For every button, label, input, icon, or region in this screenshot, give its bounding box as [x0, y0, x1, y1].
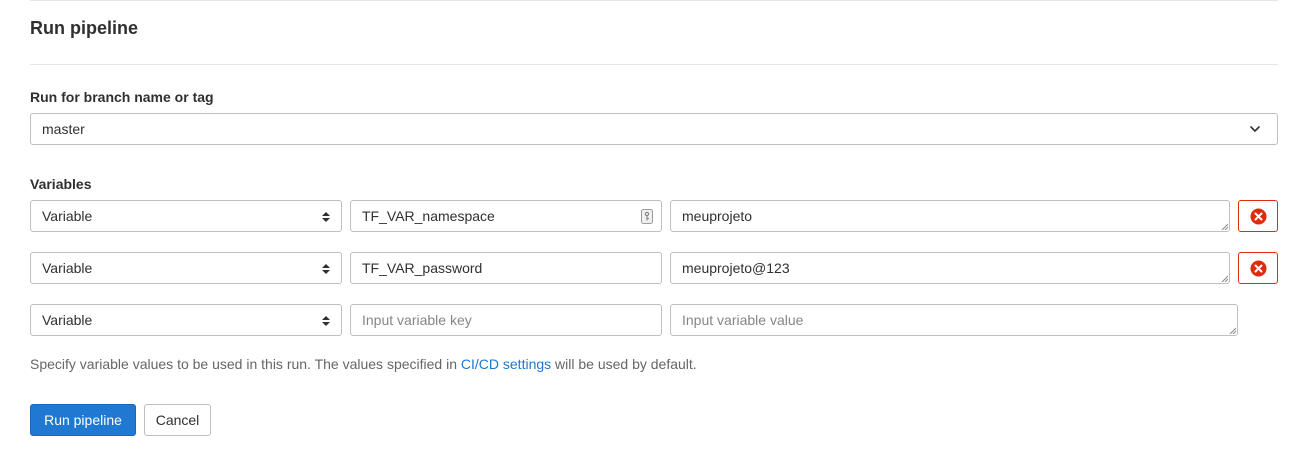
select-arrows-icon: [322, 264, 330, 274]
select-arrows-icon: [322, 316, 330, 326]
variable-key-placeholder: Input variable key: [362, 312, 472, 328]
help-text-after: will be used by default.: [551, 356, 697, 372]
variable-value-text: meuprojeto: [682, 208, 753, 224]
variable-type-select[interactable]: Variable: [30, 200, 342, 232]
variable-value-textarea[interactable]: meuprojeto: [670, 200, 1230, 232]
variable-type-value: Variable: [42, 208, 93, 224]
variable-key-value: TF_VAR_namespace: [362, 208, 495, 224]
variables-label: Variables: [30, 176, 92, 192]
branch-value: master: [42, 121, 85, 137]
variables-help-text: Specify variable values to be used in th…: [30, 355, 697, 373]
variable-value-textarea[interactable]: Input variable value: [670, 304, 1238, 336]
variable-type-select[interactable]: Variable: [30, 252, 342, 284]
branch-label: Run for branch name or tag: [30, 89, 214, 105]
chevron-down-icon: [1250, 126, 1260, 132]
page-title: Run pipeline: [30, 18, 138, 38]
variable-key-input[interactable]: TF_VAR_namespace: [350, 200, 662, 232]
resize-grip-icon[interactable]: [1221, 223, 1228, 230]
top-divider: [30, 0, 1278, 1]
variable-value-placeholder: Input variable value: [682, 312, 804, 328]
resize-grip-icon[interactable]: [1221, 275, 1228, 282]
key-icon: [641, 209, 653, 224]
variable-value-textarea[interactable]: meuprojeto@123: [670, 252, 1230, 284]
variable-key-input[interactable]: Input variable key: [350, 304, 662, 336]
remove-circle-icon: [1250, 260, 1267, 277]
variable-type-value: Variable: [42, 260, 93, 276]
variable-key-value: TF_VAR_password: [362, 260, 483, 276]
select-arrows-icon: [322, 212, 330, 222]
variable-value-text: meuprojeto@123: [682, 260, 790, 276]
remove-variable-button[interactable]: [1238, 200, 1278, 232]
run-pipeline-button[interactable]: Run pipeline: [30, 404, 136, 436]
ci-cd-settings-link[interactable]: CI/CD settings: [461, 356, 551, 372]
help-text-before: Specify variable values to be used in th…: [30, 356, 461, 372]
cancel-button[interactable]: Cancel: [144, 404, 211, 436]
variable-key-input[interactable]: TF_VAR_password: [350, 252, 662, 284]
remove-circle-icon: [1250, 208, 1267, 225]
variable-type-select[interactable]: Variable: [30, 304, 342, 336]
variable-type-value: Variable: [42, 312, 93, 328]
resize-grip-icon[interactable]: [1229, 327, 1236, 334]
title-divider: [30, 64, 1278, 65]
remove-variable-button[interactable]: [1238, 252, 1278, 284]
branch-dropdown[interactable]: master: [30, 113, 1278, 145]
